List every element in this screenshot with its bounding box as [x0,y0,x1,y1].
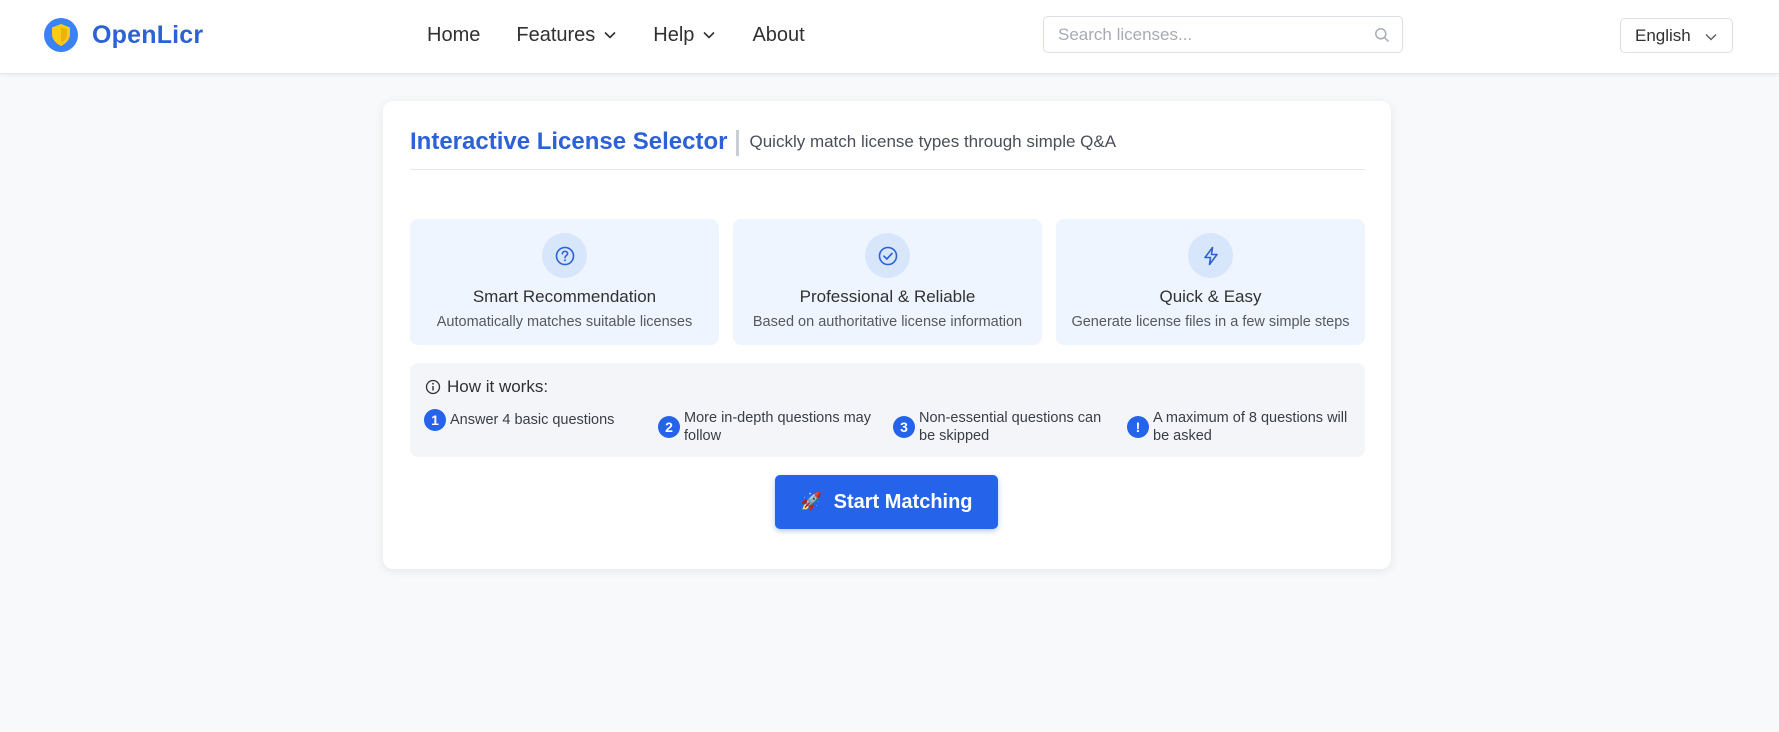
step-badge: ! [1127,416,1149,438]
shield-logo-icon [44,18,78,52]
step-item: 1 Answer 4 basic questions [424,409,654,431]
language-selected: English [1635,25,1691,45]
feature-desc: Based on authoritative license informati… [752,314,1023,330]
search-box [1043,16,1403,53]
step-text: Non-essential questions can be skipped [919,410,1102,444]
nav-home[interactable]: Home [427,24,480,47]
lightning-icon [1203,246,1218,265]
chevron-down-icon [1705,33,1717,41]
license-selector-card: Interactive License Selector Quickly mat… [383,101,1391,569]
main-nav: Home Features Help About [427,0,841,70]
title-divider [736,130,740,156]
feature-desc: Automatically matches suitable licenses [436,314,693,330]
feature-card-smart: Smart Recommendation Automatically match… [410,219,719,345]
logo-text: OpenLicr [92,20,204,49]
feature-title: Smart Recommendation [472,287,657,306]
feature-title: Professional & Reliable [799,287,976,306]
start-matching-button[interactable]: 🚀 Start Matching [775,475,998,529]
step-badge: 1 [424,409,446,431]
language-select[interactable]: English [1620,18,1733,53]
search-input[interactable] [1044,17,1364,52]
step-badge: 3 [893,416,915,438]
how-it-works-title: How it works: [447,377,549,396]
step-item: ! A maximum of 8 questions will be asked [1127,409,1352,445]
how-it-works-heading: How it works: [425,377,548,397]
check-circle-icon [878,246,897,265]
start-matching-label: Start Matching [833,490,973,513]
feature-icon-badge [542,233,587,278]
feature-card-reliable: Professional & Reliable Based on authori… [733,219,1042,345]
search-icon[interactable] [1374,27,1390,43]
page-title: Interactive License Selector [410,128,728,155]
feature-title: Quick & Easy [1159,287,1262,306]
feature-desc: Generate license files in a few simple s… [1071,314,1350,330]
chevron-down-icon [604,31,616,39]
step-item: 3 Non-essential questions can be skipped [893,409,1118,445]
nav-features[interactable]: Features [516,24,617,47]
nav-help-label: Help [653,23,695,46]
feature-card-quick: Quick & Easy Generate license files in a… [1056,219,1365,345]
nav-help[interactable]: Help [653,24,716,47]
logo[interactable]: OpenLicr [43,17,203,53]
feature-list: Smart Recommendation Automatically match… [410,219,1365,345]
nav-about[interactable]: About [752,24,804,47]
feature-icon-badge [865,233,910,278]
feature-icon-badge [1188,233,1233,278]
nav-about-label: About [752,23,805,46]
step-text: A maximum of 8 questions will be asked [1153,410,1348,444]
step-item: 2 More in-depth questions may follow [658,409,883,445]
chevron-down-icon [703,31,716,39]
nav-home-label: Home [427,23,481,46]
rocket-icon: 🚀 [800,492,822,511]
step-text: More in-depth questions may follow [684,410,871,444]
info-circle-icon [425,379,441,395]
step-badge: 2 [658,416,680,438]
page-subtitle: Quickly match license types through simp… [749,132,1117,151]
top-navbar: OpenLicr Home Features Help About Englis… [0,0,1779,74]
question-circle-icon [555,246,574,265]
nav-features-label: Features [516,23,596,46]
how-it-works: How it works: 1 Answer 4 basic questions… [410,363,1365,457]
step-text: Answer 4 basic questions [450,412,615,428]
card-header: Interactive License Selector Quickly mat… [410,127,1365,170]
